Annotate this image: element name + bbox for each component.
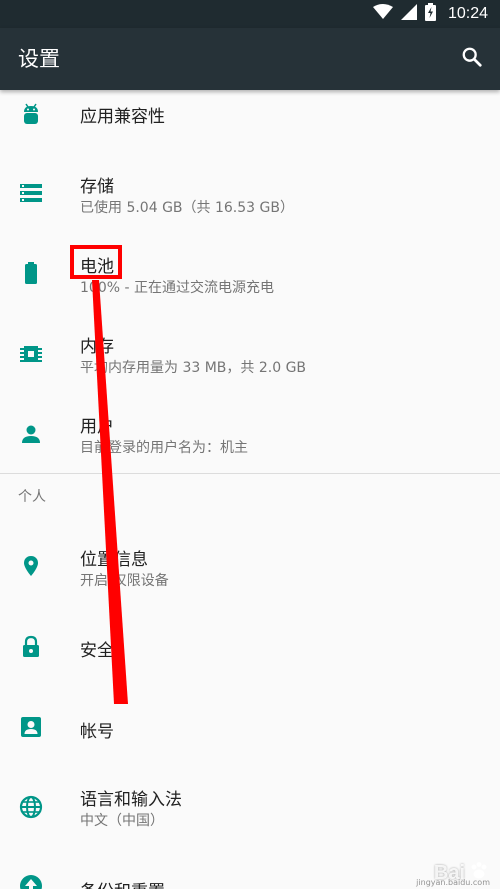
- location-icon: [19, 554, 43, 578]
- section-header-personal: 个人: [18, 489, 46, 505]
- battery-charging-status-icon: [424, 3, 436, 25]
- settings-item-location[interactable]: 位置信息 开启/仅限设备: [0, 533, 500, 603]
- settings-item-title: 帐号: [80, 722, 114, 742]
- settings-item-subtitle: 平均内存用量为 33 MB，共 2.0 GB: [80, 360, 307, 376]
- wifi-icon: [372, 4, 393, 24]
- lock-icon: [19, 635, 43, 659]
- battery-icon: [19, 261, 43, 285]
- settings-list: 应用兼容性 存储 已使用 5.04 GB（共 16.53 GB） 电池 100%…: [0, 90, 500, 889]
- section-divider: [0, 473, 500, 474]
- cellular-signal-icon: [400, 4, 417, 24]
- settings-item-security[interactable]: 安全: [0, 613, 500, 683]
- memory-icon: [19, 342, 43, 366]
- settings-item-users[interactable]: 用户 目前登录的用户名为：机主: [0, 400, 500, 470]
- account-icon: [19, 715, 43, 739]
- settings-item-subtitle: 开启/仅限设备: [80, 573, 169, 589]
- settings-item-subtitle: 100% - 正在通过交流电源充电: [80, 280, 274, 296]
- settings-item-accounts[interactable]: 帐号: [0, 693, 500, 763]
- android-icon: [19, 102, 43, 126]
- status-time: 10:24: [447, 5, 488, 22]
- settings-item-memory[interactable]: 内存 平均内存用量为 33 MB，共 2.0 GB: [0, 320, 500, 390]
- settings-item-app-compat[interactable]: 应用兼容性: [0, 90, 500, 148]
- settings-item-subtitle: 目前登录的用户名为：机主: [80, 440, 248, 456]
- settings-item-title: 安全: [80, 641, 114, 661]
- settings-item-language[interactable]: 语言和输入法 中文（中国）: [0, 773, 500, 843]
- watermark-sub: jingyan.baidu.com: [416, 878, 490, 887]
- battery-highlight-box: [70, 245, 122, 279]
- settings-item-title: 位置信息: [80, 550, 148, 570]
- baidu-watermark: Bai jingyan.baidu.com: [416, 861, 490, 888]
- settings-item-subtitle: 中文（中国）: [80, 813, 164, 829]
- search-icon: [461, 46, 483, 72]
- settings-item-title: 内存: [80, 337, 114, 357]
- status-icons: 10:24: [372, 0, 488, 28]
- settings-item-title: 存储: [80, 177, 114, 197]
- search-button[interactable]: [456, 43, 488, 75]
- status-bar: 10:24: [0, 0, 500, 28]
- settings-item-title: 语言和输入法: [80, 790, 182, 810]
- settings-item-title: 用户: [80, 417, 114, 437]
- storage-icon: [19, 181, 43, 205]
- backup-icon: [19, 874, 43, 889]
- settings-item-storage[interactable]: 存储 已使用 5.04 GB（共 16.53 GB）: [0, 160, 500, 230]
- settings-item-subtitle: 已使用 5.04 GB（共 16.53 GB）: [80, 200, 294, 216]
- settings-item-title: 备份和重置: [80, 877, 165, 889]
- person-icon: [19, 422, 43, 446]
- globe-icon: [19, 795, 43, 819]
- page-title: 设置: [18, 47, 60, 71]
- settings-item-title: 应用兼容性: [80, 107, 165, 127]
- app-bar: 设置: [0, 28, 500, 90]
